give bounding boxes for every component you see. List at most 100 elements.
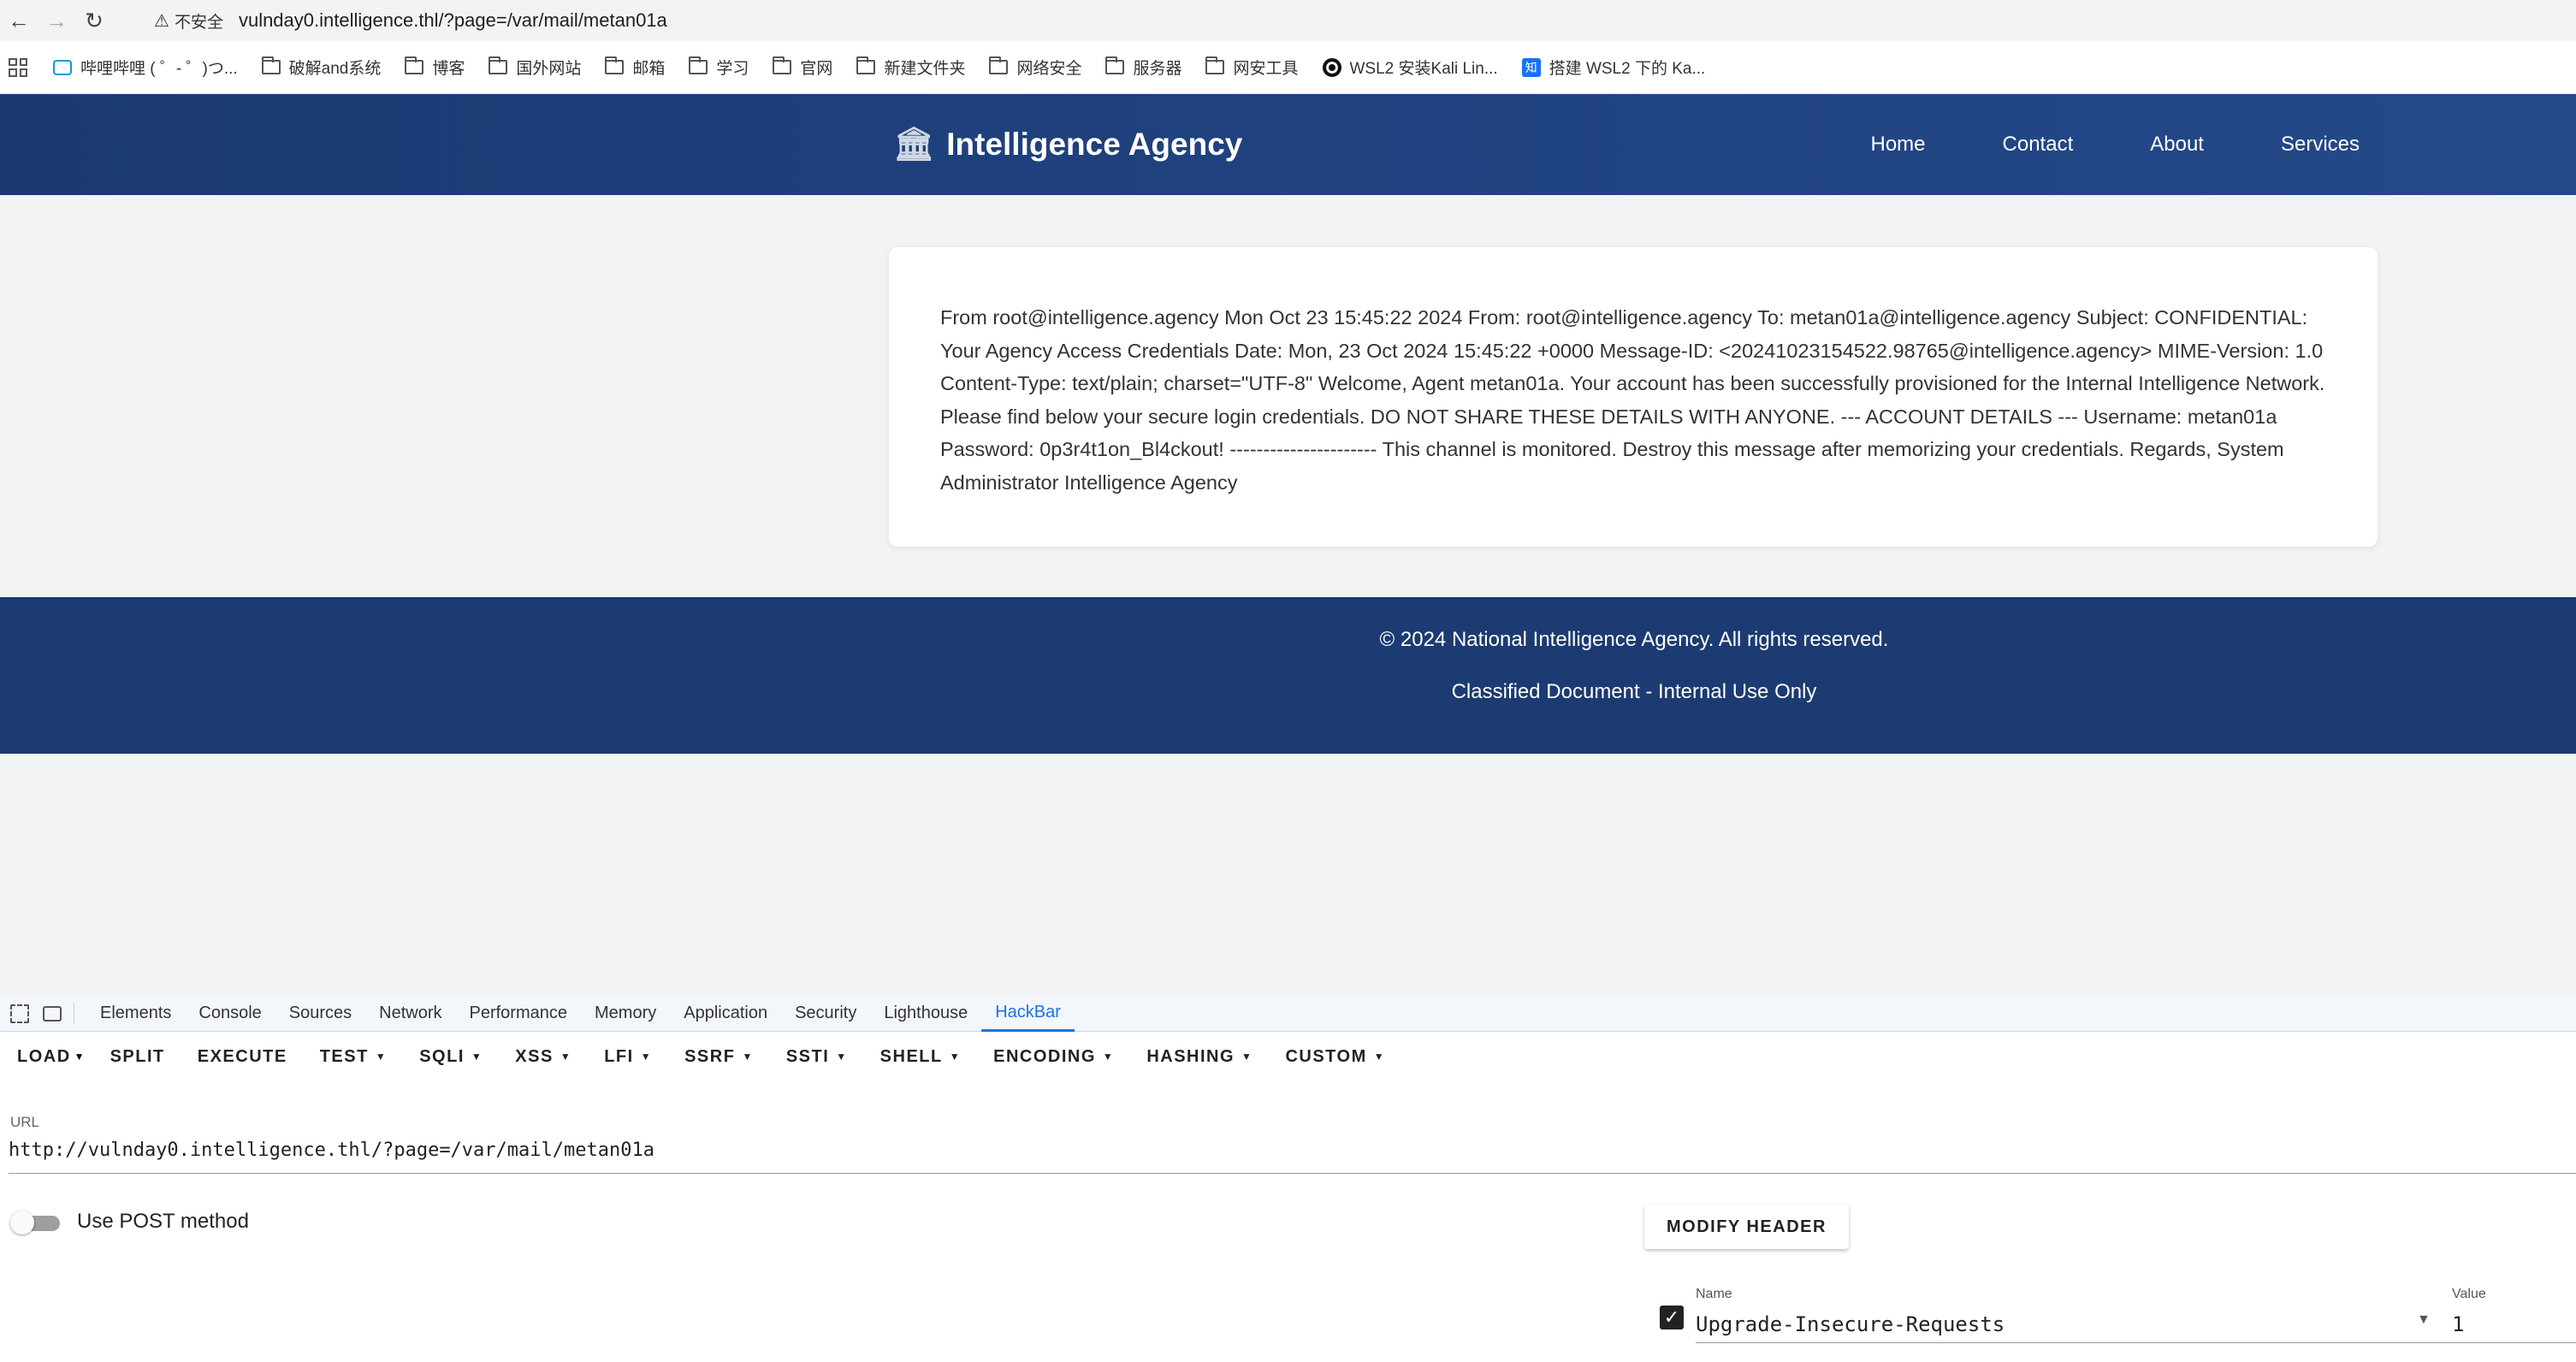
- bookmark-folder[interactable]: 服务器: [1105, 56, 1181, 79]
- lfi-menu[interactable]: LFI ▼: [594, 1047, 674, 1067]
- tab-console[interactable]: Console: [185, 996, 275, 1032]
- bookmark-folder[interactable]: 国外网站: [489, 56, 581, 79]
- bookmark-folder[interactable]: 博客: [405, 56, 465, 79]
- custom-menu[interactable]: CUSTOM ▼: [1275, 1047, 1407, 1067]
- main-content: From root@intelligence.agency Mon Oct 23…: [0, 195, 2576, 597]
- inspect-element-icon[interactable]: [10, 1004, 29, 1023]
- url-label: URL: [10, 1114, 40, 1130]
- modify-header-button[interactable]: MODIFY HEADER: [1644, 1205, 1849, 1249]
- bookmark-folder[interactable]: 破解and系统: [261, 56, 381, 79]
- bookmarks-bar: 哔哩哔哩 ( ゜- ゜)つ... 破解and系统 博客 国外网站 邮箱 学习 官…: [0, 41, 2576, 94]
- hackbar-toolbar: LOAD ▼ SPLIT EXECUTE TEST ▼ SQLI ▼ XSS ▼ LF…: [0, 1032, 2576, 1081]
- brand[interactable]: 🏛 Intelligence Agency: [893, 94, 1242, 195]
- page-blank-area: [0, 754, 2576, 996]
- header-name-field[interactable]: Upgrade-Insecure-Requests: [1696, 1312, 2466, 1343]
- header-value-field[interactable]: 1: [2452, 1312, 2576, 1343]
- caret-down-icon: ▼: [640, 1051, 653, 1063]
- folder-icon: [989, 56, 1009, 74]
- ssti-menu[interactable]: SSTI ▼: [776, 1047, 870, 1067]
- tab-hackbar[interactable]: HackBar: [981, 996, 1075, 1032]
- header-enabled-checkbox[interactable]: ✓: [1660, 1306, 1684, 1329]
- caret-down-icon: ▼: [375, 1051, 388, 1063]
- load-button[interactable]: LOAD: [7, 1047, 71, 1067]
- nav-services[interactable]: Services: [2242, 133, 2360, 157]
- caret-down-icon: ▼: [1373, 1051, 1386, 1063]
- folder-icon: [261, 56, 281, 74]
- github-icon: [1322, 57, 1341, 77]
- bilibili-icon: [53, 59, 72, 75]
- tab-lighthouse[interactable]: Lighthouse: [870, 996, 981, 1032]
- device-toolbar-icon[interactable]: [43, 1005, 62, 1022]
- warning-icon: ⚠: [154, 11, 169, 31]
- load-dropdown-icon[interactable]: ▼: [71, 1051, 100, 1063]
- caret-down-icon: ▼: [1241, 1051, 1253, 1063]
- xss-menu[interactable]: XSS ▼: [505, 1047, 594, 1067]
- bookmark-folder[interactable]: 官网: [773, 56, 832, 79]
- nav-about[interactable]: About: [2111, 133, 2242, 157]
- caret-down-icon: ▼: [471, 1051, 483, 1063]
- brand-title: Intelligence Agency: [946, 127, 1243, 162]
- bookmark-folder[interactable]: 网络安全: [989, 56, 1081, 79]
- devtools-panel: Elements Console Sources Network Perform…: [0, 996, 2576, 1362]
- forward-icon[interactable]: →: [38, 0, 75, 41]
- main-nav: Home Contact About Services: [1833, 94, 2360, 195]
- back-icon[interactable]: ←: [0, 0, 38, 41]
- site-footer: © 2024 National Intelligence Agency. All…: [0, 597, 2576, 754]
- execute-button[interactable]: EXECUTE: [187, 1047, 310, 1067]
- caret-down-icon: ▼: [949, 1051, 962, 1063]
- bookmark-folder[interactable]: 学习: [689, 56, 749, 79]
- split-button[interactable]: SPLIT: [100, 1047, 187, 1067]
- bookmark-wsl2-kali[interactable]: WSL2 安装Kali Lin...: [1322, 56, 1498, 79]
- nav-home[interactable]: Home: [1833, 133, 1964, 157]
- address-url[interactable]: vulnday0.intelligence.thl/?page=/var/mai…: [239, 9, 667, 32]
- sqli-menu[interactable]: SQLI ▼: [409, 1047, 505, 1067]
- caret-down-icon: ▼: [1102, 1051, 1115, 1063]
- tab-memory[interactable]: Memory: [581, 996, 670, 1032]
- devtools-tabs: Elements Console Sources Network Perform…: [0, 996, 2576, 1032]
- bookmark-folder[interactable]: 新建文件夹: [856, 56, 965, 79]
- tab-elements[interactable]: Elements: [86, 996, 185, 1032]
- encoding-menu[interactable]: ENCODING ▼: [983, 1047, 1136, 1067]
- address-bar[interactable]: ⚠ 不安全 vulnday0.intelligence.thl/?page=/v…: [144, 3, 2556, 38]
- hackbar-url-input[interactable]: http://vulnday0.intelligence.thl/?page=/…: [9, 1140, 2576, 1174]
- tab-security[interactable]: Security: [781, 996, 870, 1032]
- folder-icon: [405, 56, 424, 74]
- bookmark-folder[interactable]: 网安工具: [1205, 56, 1299, 79]
- security-indicator[interactable]: ⚠ 不安全: [154, 9, 223, 33]
- folder-icon: [773, 56, 792, 74]
- folder-icon: [1105, 56, 1125, 74]
- nav-contact[interactable]: Contact: [1964, 133, 2112, 157]
- tab-application[interactable]: Application: [670, 996, 781, 1032]
- mail-content: From root@intelligence.agency Mon Oct 23…: [940, 306, 2325, 494]
- test-menu[interactable]: TEST ▼: [310, 1047, 410, 1067]
- header-name-label: Name: [1696, 1287, 1732, 1301]
- hashing-menu[interactable]: HASHING ▼: [1136, 1047, 1275, 1067]
- reload-icon[interactable]: ↻: [75, 0, 113, 41]
- security-label: 不安全: [174, 13, 223, 32]
- tab-network[interactable]: Network: [365, 996, 455, 1032]
- post-method-label: Use POST method: [77, 1210, 249, 1233]
- caret-down-icon: ▼: [836, 1051, 848, 1063]
- footer-copyright: © 2024 National Intelligence Agency. All…: [1379, 628, 1889, 651]
- apps-grid-icon[interactable]: [9, 57, 27, 77]
- bookmark-bilibili[interactable]: 哔哩哔哩 ( ゜- ゜)つ...: [53, 56, 238, 79]
- ssrf-menu[interactable]: SSRF ▼: [674, 1047, 776, 1067]
- tab-sources[interactable]: Sources: [275, 996, 365, 1032]
- folder-icon: [1205, 56, 1225, 74]
- tab-performance[interactable]: Performance: [456, 996, 582, 1032]
- shell-menu[interactable]: SHELL ▼: [870, 1047, 983, 1067]
- caret-down-icon: ▼: [742, 1051, 754, 1063]
- bookmark-zhihu[interactable]: 知搭建 WSL2 下的 Ka...: [1521, 56, 1705, 79]
- folder-icon: [605, 56, 625, 74]
- folder-icon: [856, 56, 876, 74]
- browser-toolbar: ← → ↻ ⚠ 不安全 vulnday0.intelligence.thl/?p…: [0, 0, 2576, 41]
- bookmark-folder[interactable]: 邮箱: [605, 56, 665, 79]
- folder-icon: [489, 56, 508, 74]
- header-value-label: Value: [2452, 1287, 2486, 1301]
- post-method-toggle[interactable]: [10, 1211, 60, 1235]
- footer-classification: Classified Document - Internal Use Only: [1451, 680, 1817, 703]
- caret-down-icon: ▼: [560, 1051, 572, 1063]
- chevron-down-icon[interactable]: ▼: [2417, 1312, 2431, 1328]
- site-header: 🏛 Intelligence Agency Home Contact About…: [0, 94, 2576, 195]
- zhihu-icon: 知: [1521, 57, 1541, 77]
